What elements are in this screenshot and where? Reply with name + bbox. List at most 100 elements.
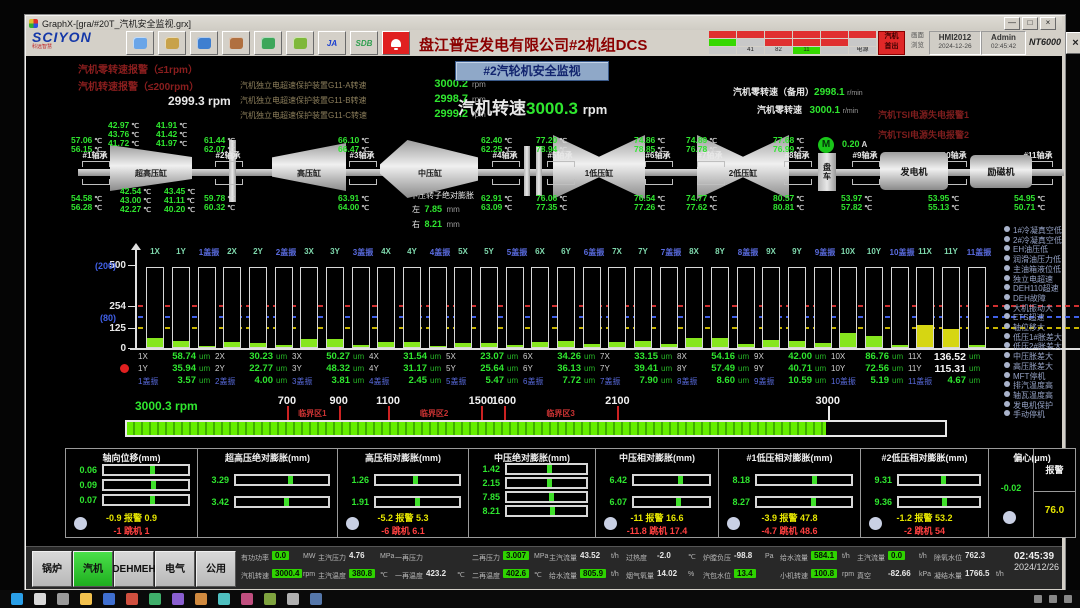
- nav-button-电气[interactable]: 电气: [155, 551, 195, 587]
- panel-gauge-5-1: [632, 496, 711, 508]
- app-icon-4[interactable]: [172, 593, 184, 605]
- status-value-9-bot: 1766.5: [965, 569, 989, 578]
- status-unit-3-bot: ℃: [534, 571, 542, 579]
- taskview-icon[interactable]: [57, 593, 69, 605]
- app-icon-2[interactable]: [126, 593, 138, 605]
- panel-indicator-5: [604, 517, 617, 530]
- panel-indicator-7: [869, 517, 882, 530]
- status-unit-9-bot: t/h: [996, 571, 1004, 578]
- panel-value-2-1: 3.42: [201, 497, 229, 507]
- system-tray: [1034, 595, 1072, 603]
- app-icon-10[interactable]: [310, 593, 322, 605]
- panel-gauge-marker-3-1: [415, 498, 420, 506]
- status-unit-0-bot: rpm: [303, 571, 315, 578]
- panel-6: #1低压相对膨胀(mm)8.188.27-3.9 报警 47.8-4.7 跳机 …: [718, 448, 861, 538]
- panel-value-4-2: 7.85: [472, 492, 500, 502]
- panel-value-7-1: 9.36: [864, 497, 892, 507]
- panel-gauge-5-0: [632, 474, 711, 486]
- app-icon-9[interactable]: [287, 593, 299, 605]
- status-value-8-bot: -82.66: [888, 569, 911, 578]
- panel-value-5-0: 6.42: [599, 475, 627, 485]
- status-unit-4-bot: t/h: [611, 571, 619, 578]
- panel-gauge-4-2: [505, 491, 588, 503]
- panel-title-6: #1低压相对膨胀(mm): [719, 451, 860, 464]
- panel-2: 超高压绝对膨胀(mm)3.293.42: [197, 448, 338, 538]
- panel-gauge-4-0: [505, 463, 588, 475]
- panel-3: 高压相对膨胀(mm)1.261.91-5.2 报警 5.3-6 跳机 6.1: [337, 448, 469, 538]
- app-icon-6[interactable]: [218, 593, 230, 605]
- nav-button-公用[interactable]: 公用: [196, 551, 236, 587]
- nav-button-锅炉[interactable]: 锅炉: [32, 551, 72, 587]
- panel-title-1: 轴向位移(mm): [66, 451, 197, 464]
- status-unit-8-top: t/h: [919, 553, 927, 560]
- panel-alarm-limits-6: -3.9 报警 47.8: [719, 511, 860, 524]
- status-label-2-top: 一再压力: [395, 553, 423, 563]
- volume-icon[interactable]: [1064, 595, 1072, 603]
- nav-button-DEH-MEH[interactable]: DEHMEH: [114, 551, 154, 587]
- panel-value-1-1: 0.09: [69, 480, 97, 490]
- status-unit-7-bot: rpm: [842, 571, 854, 578]
- status-unit-1-top: MPa: [380, 553, 394, 560]
- tray-up-icon[interactable]: [1034, 595, 1042, 603]
- status-unit-5-top: ℃: [688, 553, 696, 561]
- panel-gauge-marker-1-0: [150, 466, 155, 474]
- status-unit-4-top: t/h: [611, 553, 619, 560]
- status-label-9-top: 除氧水位: [934, 553, 962, 563]
- app-icon-7[interactable]: [241, 593, 253, 605]
- status-label-4-bot: 给水流量: [549, 571, 577, 581]
- status-value-7-top: 584.1: [811, 551, 837, 560]
- panel-trip-limits-6: -4.7 跳机 48.6: [719, 524, 860, 537]
- panel-gauge-marker-4-0: [547, 465, 552, 473]
- status-label-5-bot: 烟气氧量: [626, 571, 654, 581]
- nav-button-label: MEH: [133, 564, 155, 575]
- status-label-1-top: 主汽压力: [318, 553, 346, 563]
- app-icon-5[interactable]: [195, 593, 207, 605]
- status-label-4-top: 主汽流量: [549, 553, 577, 563]
- status-label-6-top: 炉膛负压: [703, 553, 731, 563]
- panel-gauge-1-2: [102, 494, 190, 506]
- nav-button-label: DEH: [112, 564, 133, 575]
- status-unit-8-bot: kPa: [919, 571, 931, 578]
- panel-gauge-marker-7-0: [941, 476, 946, 484]
- nav-button-label: 电气: [165, 564, 185, 575]
- app-icon-1[interactable]: [103, 593, 115, 605]
- windows-taskbar: [0, 590, 1080, 608]
- panel-value-4-0: 1.42: [472, 464, 500, 474]
- panel-gauge-2-1: [234, 496, 330, 508]
- explorer-icon[interactable]: [80, 593, 92, 605]
- panel-gauge-marker-3-0: [413, 476, 418, 484]
- status-label-1-bot: 主汽温度: [318, 571, 346, 581]
- status-unit-1-bot: ℃: [380, 571, 388, 579]
- panel-gauge-3-0: [374, 474, 461, 486]
- panel-indicator-1: [74, 517, 87, 530]
- status-value-6-top: -98.8: [734, 551, 752, 560]
- status-unit-0-top: MW: [303, 553, 315, 560]
- panel-gauge-marker-1-2: [150, 496, 155, 504]
- nav-button-汽机[interactable]: 汽机: [73, 551, 113, 587]
- status-label-8-bot: 真空: [857, 571, 871, 581]
- status-label-3-top: 二再压力: [472, 553, 500, 563]
- panel-gauge-7-1: [897, 496, 981, 508]
- panel-7: #2低压相对膨胀(mm)9.319.36-1.2 报警 53.2-2 跳机 54: [860, 448, 989, 538]
- panel-indicator-6: [727, 517, 740, 530]
- network-icon[interactable]: [1049, 595, 1057, 603]
- status-unit-2-bot: ℃: [457, 571, 465, 579]
- start-button[interactable]: [11, 593, 23, 605]
- panel-gauge-4-3: [505, 505, 588, 517]
- panel-8: 偏心(μm)报警76.0-0.02: [988, 448, 1076, 538]
- clock: 02:45:39 2024/12/26: [1014, 551, 1059, 572]
- status-label-2-bot: 一再温度: [395, 571, 423, 581]
- app-icon-3[interactable]: [149, 593, 161, 605]
- panel-5: 中压相对膨胀(mm)6.426.07-11 报警 16.6-11.8 跳机 17…: [595, 448, 719, 538]
- panel-title-7: #2低压相对膨胀(mm): [861, 451, 988, 464]
- panel-gauge-3-1: [374, 496, 461, 508]
- app-icon-8[interactable]: [264, 593, 276, 605]
- status-label-8-top: 主汽流量: [857, 553, 885, 563]
- panel-1: 轴向位移(mm)0.060.090.07-0.9 报警 0.9-1 跳机 1: [65, 448, 198, 538]
- panel-gauge-marker-1-1: [151, 481, 156, 489]
- status-unit-7-top: t/h: [842, 553, 850, 560]
- panel-4: 中压绝对膨胀(mm)1.422.157.858.21: [468, 448, 596, 538]
- status-label-5-top: 过热度: [626, 553, 647, 563]
- search-icon[interactable]: [34, 593, 46, 605]
- expansion-panels: 轴向位移(mm)0.060.090.07-0.9 报警 0.9-1 跳机 1超高…: [0, 0, 1080, 608]
